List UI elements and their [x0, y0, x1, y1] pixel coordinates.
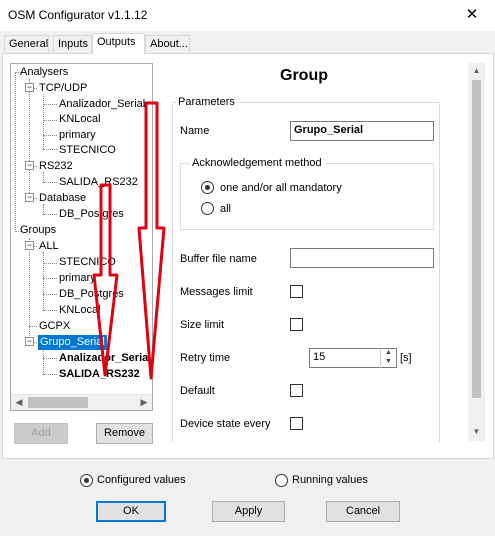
configured-values-label: Configured values	[97, 474, 186, 486]
running-values-label: Running values	[292, 474, 368, 486]
annotation-arrow	[92, 183, 119, 377]
cancel-button[interactable]: Cancel	[326, 501, 400, 522]
ok-button[interactable]: OK	[96, 501, 166, 522]
tab-outputs[interactable]: Outputs	[92, 33, 145, 55]
running-values-radio[interactable]	[275, 474, 288, 487]
configured-values-radio[interactable]	[80, 474, 93, 487]
annotation-arrows	[92, 101, 166, 380]
annotation-arrow	[137, 101, 166, 380]
apply-button[interactable]: Apply	[212, 501, 285, 522]
